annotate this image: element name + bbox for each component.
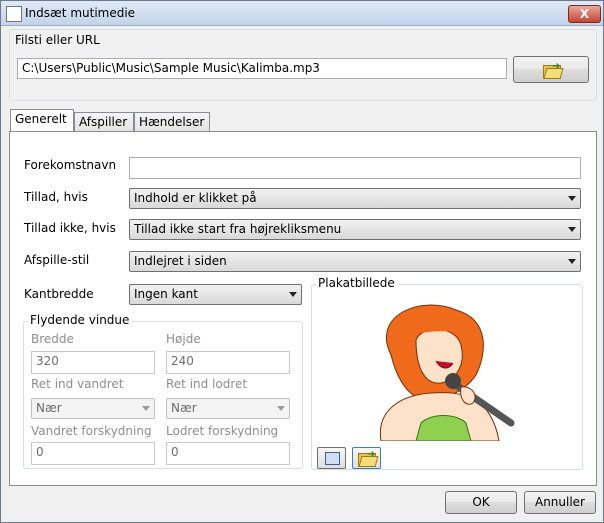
halign-select[interactable]: Nær (31, 398, 155, 419)
browse-button[interactable]: ➜ (513, 56, 589, 83)
allow-select-value: Indhold er klikket på (134, 191, 257, 205)
tab-events[interactable]: Hændelser (134, 112, 210, 132)
disallow-select-value: Tillad ikke start fra højrekliksmenu (134, 222, 342, 236)
close-button[interactable]: X (568, 5, 601, 23)
chevron-down-icon (277, 406, 285, 411)
tab-general[interactable]: Generelt (10, 109, 74, 132)
voffset-label: Lodret forskydning (166, 424, 279, 438)
chevron-down-icon (568, 196, 576, 201)
instance-name-field[interactable] (129, 157, 581, 179)
disallow-label: Tillad ikke, hvis (24, 221, 116, 235)
height-field[interactable]: 240 (166, 351, 290, 374)
halign-select-value: Nær (36, 401, 62, 415)
image-icon (325, 452, 340, 465)
play-style-select-value: Indlejret i siden (134, 254, 227, 268)
allow-select[interactable]: Indhold er klikket på (129, 188, 581, 209)
tab-player[interactable]: Afspiller (74, 112, 134, 132)
allow-label: Tillad, hvis (24, 190, 88, 204)
hoffset-field[interactable]: 0 (31, 442, 155, 465)
chevron-down-icon (142, 406, 150, 411)
hoffset-label: Vandret forskydning (31, 424, 152, 438)
ok-button[interactable]: OK (445, 491, 517, 514)
play-style-select[interactable]: Indlejret i siden (129, 251, 581, 272)
width-label: Bredde (31, 332, 74, 346)
cancel-button[interactable]: Annuller (524, 491, 596, 514)
valign-select[interactable]: Nær (166, 398, 290, 419)
height-label: Højde (166, 332, 201, 346)
dialog-window: Indsæt mutimedie X Filsti eller URL C:\U… (0, 0, 604, 523)
width-field[interactable]: 320 (31, 351, 155, 374)
path-field[interactable]: C:\Users\Public\Music\Sample Music\Kalim… (17, 58, 507, 79)
play-style-label: Afspille-stil (24, 253, 90, 267)
image-button[interactable] (317, 447, 346, 469)
valign-label: Ret ind lodret (166, 377, 248, 391)
instance-name-label: Forekomstnavn (24, 158, 117, 172)
border-label: Kantbredde (24, 287, 94, 301)
window-title: Indsæt mutimedie (25, 6, 136, 20)
chevron-down-icon (289, 292, 297, 297)
poster-browse-button[interactable]: ➜ (352, 447, 381, 469)
border-select[interactable]: Ingen kant (129, 284, 302, 305)
voffset-field[interactable]: 0 (166, 442, 290, 465)
halign-label: Ret ind vandret (31, 377, 124, 391)
chevron-down-icon (568, 259, 576, 264)
floating-window-legend: Flydende vindue (28, 313, 132, 327)
poster-legend: Plakatbillede (316, 276, 397, 290)
singer-illustration (379, 304, 515, 441)
border-select-value: Ingen kant (134, 287, 198, 301)
folder-open-icon: ➜ (543, 61, 564, 79)
path-legend: Filsti eller URL (15, 33, 100, 47)
valign-select-value: Nær (171, 401, 197, 415)
disallow-select[interactable]: Tillad ikke start fra højrekliksmenu (129, 219, 581, 240)
app-icon (6, 6, 22, 22)
title-bar[interactable]: Indsæt mutimedie X (1, 1, 603, 26)
chevron-down-icon (568, 227, 576, 232)
folder-open-icon: ➜ (358, 449, 379, 467)
